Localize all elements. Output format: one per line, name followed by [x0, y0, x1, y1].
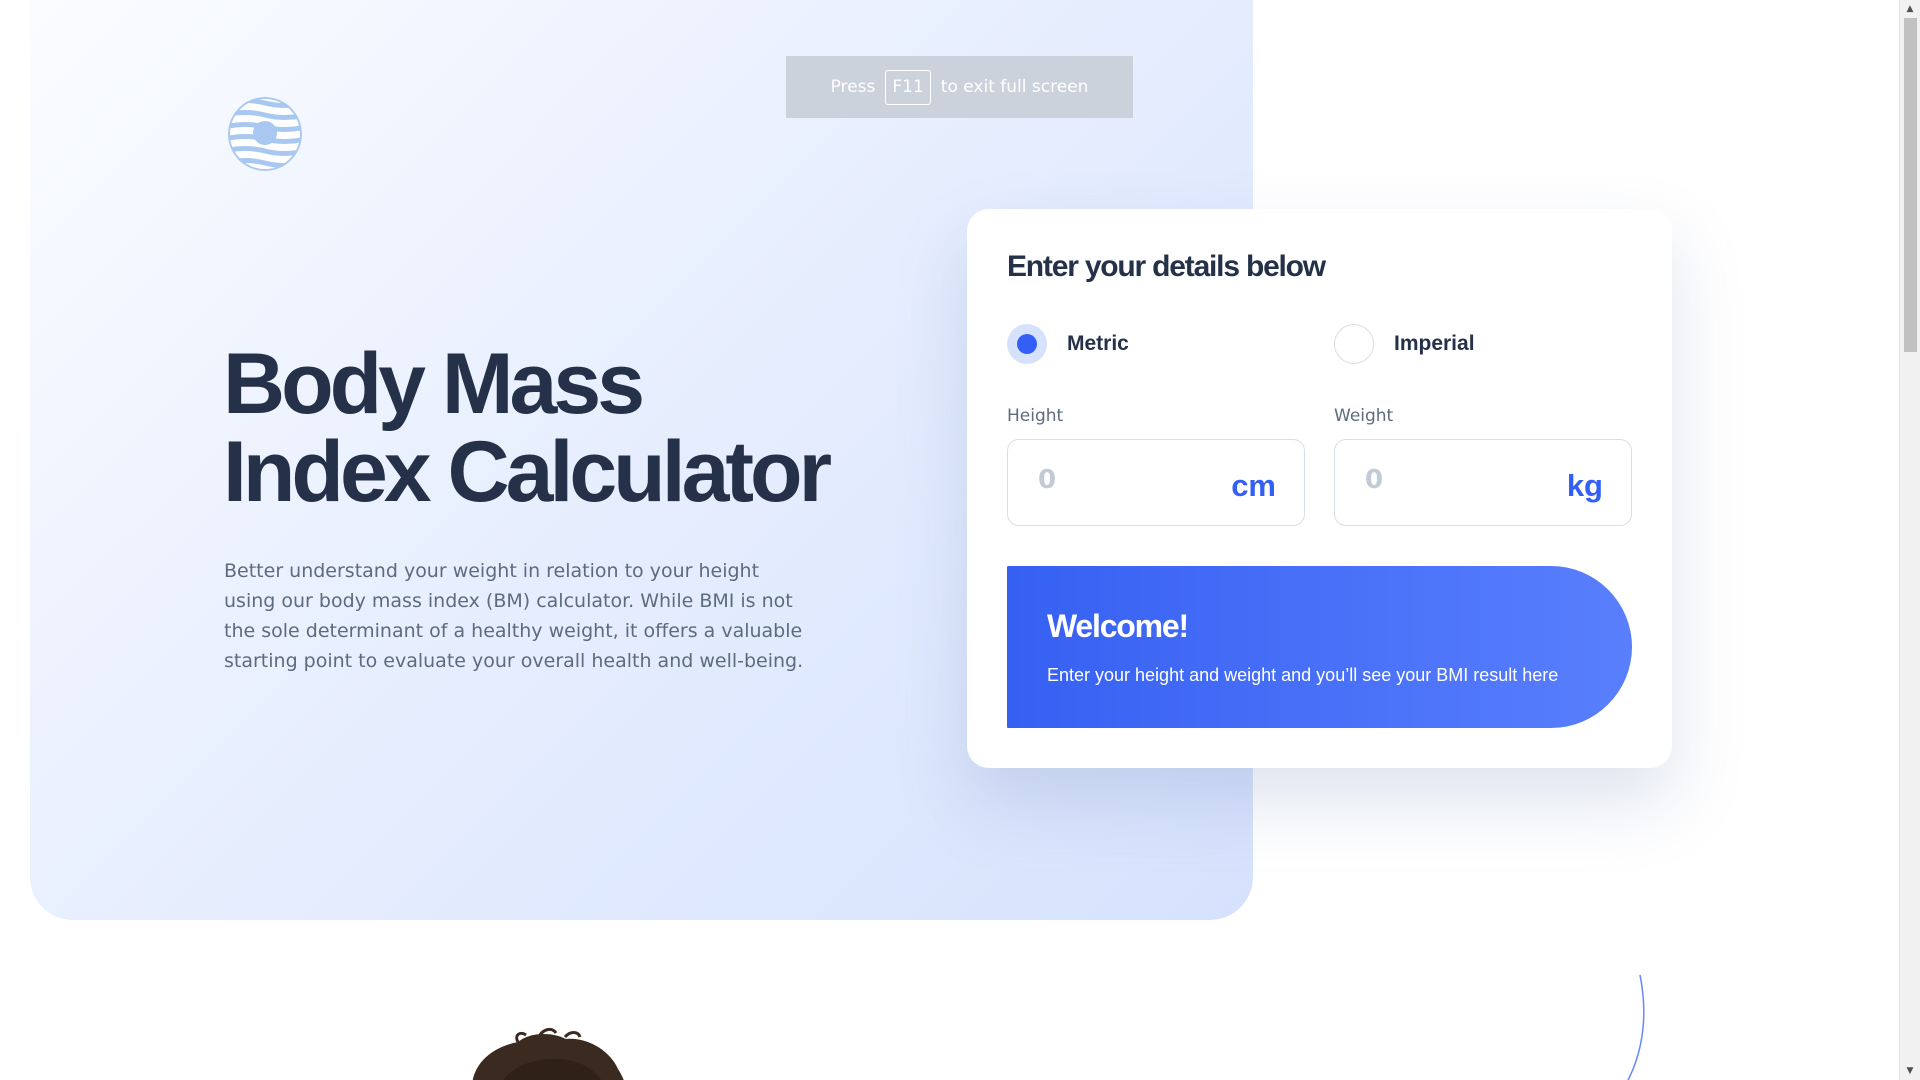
weight-input-value[interactable]: 0	[1365, 465, 1383, 495]
bmi-calculator-card: Enter your details below Metric Imperial…	[967, 209, 1672, 768]
page-title: Body Mass Index Calculator	[223, 340, 843, 516]
height-unit-cm: cm	[1231, 467, 1276, 503]
logo-graphic	[228, 97, 302, 171]
page-title-line2: Index Calculator	[223, 424, 832, 520]
weight-input[interactable]: 0 kg	[1334, 439, 1632, 526]
height-label: Height	[1007, 406, 1064, 426]
striped-circle-logo-icon[interactable]	[228, 97, 302, 171]
imperial-radio-option[interactable]: Imperial	[1334, 324, 1475, 364]
scrollbar-thumb[interactable]	[1904, 18, 1917, 352]
fullscreen-notice-prefix: Press	[830, 77, 876, 97]
bmi-result-panel: Welcome! Enter your height and weight an…	[1007, 566, 1632, 728]
calculator-heading: Enter your details below	[1007, 250, 1326, 283]
decorative-arc-curve	[1627, 974, 1645, 1080]
metric-radio-option[interactable]: Metric	[1007, 324, 1129, 364]
result-title: Welcome!	[1047, 608, 1189, 644]
fullscreen-notice: Press F11 to exit full screen	[786, 56, 1133, 118]
f11-key-badge: F11	[885, 69, 931, 105]
weight-label: Weight	[1334, 406, 1394, 426]
person-photo-hair	[472, 1027, 624, 1080]
height-input-value[interactable]: 0	[1038, 465, 1056, 495]
metric-radio-label[interactable]: Metric	[1067, 332, 1129, 356]
hero-description: Better understand your weight in relatio…	[224, 560, 804, 672]
imperial-radio-button[interactable]	[1334, 324, 1374, 364]
weight-unit-kg: kg	[1566, 467, 1603, 503]
result-text: Enter your height and weight and you’ll …	[1047, 665, 1559, 685]
scroll-down-arrow-icon[interactable]: ▼	[1900, 1062, 1920, 1080]
imperial-radio-label[interactable]: Imperial	[1394, 332, 1475, 356]
metric-radio-button[interactable]	[1007, 324, 1047, 364]
scroll-up-arrow-icon[interactable]: ▲	[1900, 0, 1920, 18]
page-title-line1: Body Mass	[223, 336, 645, 432]
page-scrollbar[interactable]: ▲ ▼	[1899, 0, 1920, 1080]
height-input[interactable]: 0 cm	[1007, 439, 1305, 526]
fullscreen-notice-suffix: to exit full screen	[940, 77, 1089, 97]
radio-selected-dot	[1017, 334, 1037, 354]
